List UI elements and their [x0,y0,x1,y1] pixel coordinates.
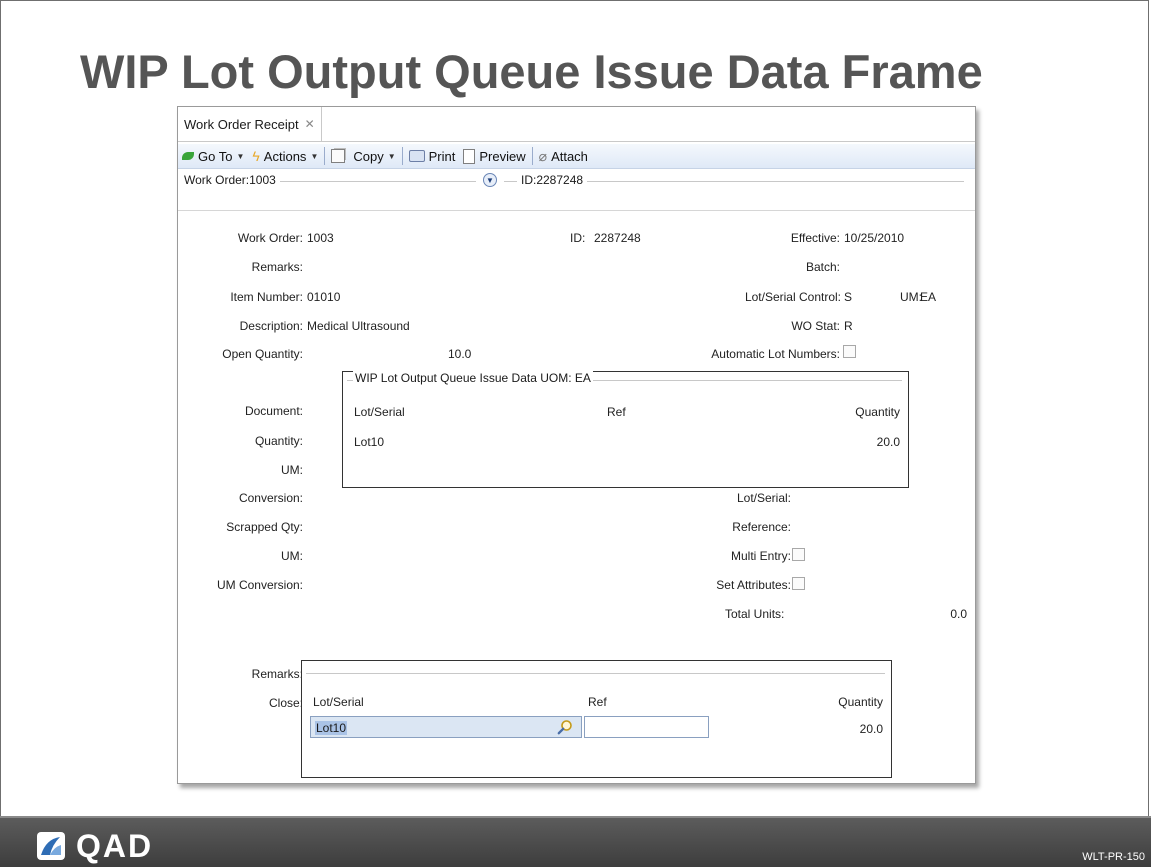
edit-quantity-value: 20.0 [859,722,883,736]
toolbar: Go To ▼ ϟ Actions ▼ Copy ▼ Print Preview… [178,144,975,169]
chevron-down-icon: ▼ [387,151,396,161]
col-lot-serial: Lot/Serial [354,405,405,419]
row-quantity: 20.0 [876,435,900,449]
wo-stat-value: R [844,319,853,333]
qad-logo: QAD [36,830,153,862]
automatic-lot-numbers-label: Automatic Lot Numbers: [711,347,840,361]
lot-serial-control-label: Lot/Serial Control: [744,290,841,304]
actions-label: Actions [263,148,307,164]
multi-entry-label: Multi Entry: [730,549,791,563]
divider [178,210,975,211]
print-button[interactable]: Print [405,145,460,167]
toolbar-separator [401,147,403,165]
item-number-label: Item Number: [230,290,303,304]
lightning-icon: ϟ [252,148,260,164]
preview-label: Preview [479,148,526,164]
goto-arrow-icon [182,152,194,160]
goto-label: Go To [198,148,233,164]
work-order-value: 1003 [307,231,334,245]
attach-button[interactable]: ⌀ Attach [535,145,592,167]
reference-label: Reference: [732,520,791,534]
total-units-value: 0.0 [950,607,967,621]
actions-button[interactable]: ϟ Actions ▼ [248,145,322,167]
col-quantity: Quantity [855,405,900,419]
id-label: ID: [570,231,586,245]
preview-icon [463,148,476,164]
total-units-label: Total Units: [725,607,785,621]
breadcrumb: Work Order:1003 ▼ ID:2287248 [184,172,964,190]
attach-label: Attach [551,148,588,164]
wo-stat-label: WO Stat: [791,319,840,333]
edit-col-lot-serial: Lot/Serial [313,695,364,709]
row-lot-serial: Lot10 [354,435,385,449]
copy-label: Copy [353,148,384,164]
goto-button[interactable]: Go To ▼ [178,145,248,167]
remarks2-label: Remarks: [251,667,303,681]
um-value: EA [920,290,937,304]
id-value: 2287248 [594,231,641,245]
wip-frame-title: WIP Lot Output Queue Issue Data UOM: EA [353,371,593,385]
toolbar-separator [324,147,326,165]
search-icon[interactable] [557,719,573,735]
tab-work-order-receipt[interactable]: Work Order Receipt ✕ [178,107,322,141]
set-attributes-checkbox[interactable] [792,577,805,590]
description-value: Medical Ultrasound [307,319,410,333]
paperclip-icon: ⌀ [538,147,548,164]
multi-entry-checkbox[interactable] [792,548,805,561]
remarks-label: Remarks: [251,260,303,274]
edit-col-ref: Ref [588,695,607,709]
um2-label: UM: [281,463,303,477]
open-quantity-value: 10.0 [448,347,472,361]
chevron-down-icon: ▼ [310,151,319,161]
slide-title: WIP Lot Output Queue Issue Data Frame [80,45,983,98]
effective-value: 10/25/2010 [844,231,905,245]
copy-icon [331,149,346,163]
um3-label: UM: [281,549,303,563]
description-label: Description: [239,319,303,333]
automatic-lot-numbers-checkbox[interactable] [843,345,856,358]
quantity-label: Quantity: [254,434,303,448]
edit-col-quantity: Quantity [838,695,883,709]
preview-button[interactable]: Preview [459,145,529,167]
slide-code: WLT-PR-150 [1082,851,1145,863]
ref-input[interactable] [584,716,709,738]
expand-icon[interactable]: ▼ [483,173,497,187]
frame-line [306,673,885,674]
batch-label: Batch: [805,260,840,274]
breadcrumb-id: ID:2287248 [517,173,588,187]
app-window: Work Order Receipt ✕ Go To ▼ ϟ Actions ▼… [177,106,976,784]
chevron-down-icon: ▼ [236,151,245,161]
conversion-label: Conversion: [238,491,303,505]
lot-serial-control-value: S [844,290,853,304]
close-label: Close: [268,696,303,710]
wip-lot-output-frame: WIP Lot Output Queue Issue Data UOM: EA … [342,371,909,488]
print-label: Print [428,148,456,164]
set-attributes-label: Set Attributes: [716,578,791,592]
lot-serial-input-value: Lot10 [315,721,348,735]
scrapped-qty-label: Scrapped Qty: [226,520,303,534]
toolbar-separator [531,147,533,165]
work-order-label: Work Order: [237,231,303,245]
close-icon[interactable]: ✕ [305,117,315,131]
printer-icon [408,150,425,162]
col-ref: Ref [607,405,626,419]
document-label: Document: [244,404,303,418]
copy-button[interactable]: Copy ▼ [327,145,399,167]
footer: QAD WLT-PR-150 [0,816,1151,867]
lot-serial-label: Lot/Serial: [736,491,791,505]
um-conversion-label: UM Conversion: [216,578,303,592]
lot-serial-edit-frame: Lot/Serial Ref Quantity Lot10 20.0 [301,660,892,778]
item-number-value: 01010 [307,290,341,304]
breadcrumb-work-order: Work Order:1003 [184,173,280,187]
lot-serial-input[interactable]: Lot10 [310,716,582,738]
open-quantity-label: Open Quantity: [222,347,303,361]
qad-logo-text: QAD [76,828,154,864]
effective-label: Effective: [790,231,840,245]
tab-label: Work Order Receipt [184,116,299,132]
um-label: UM: [900,290,922,304]
qad-logo-icon [37,832,65,860]
tab-strip: Work Order Receipt ✕ [178,107,975,142]
